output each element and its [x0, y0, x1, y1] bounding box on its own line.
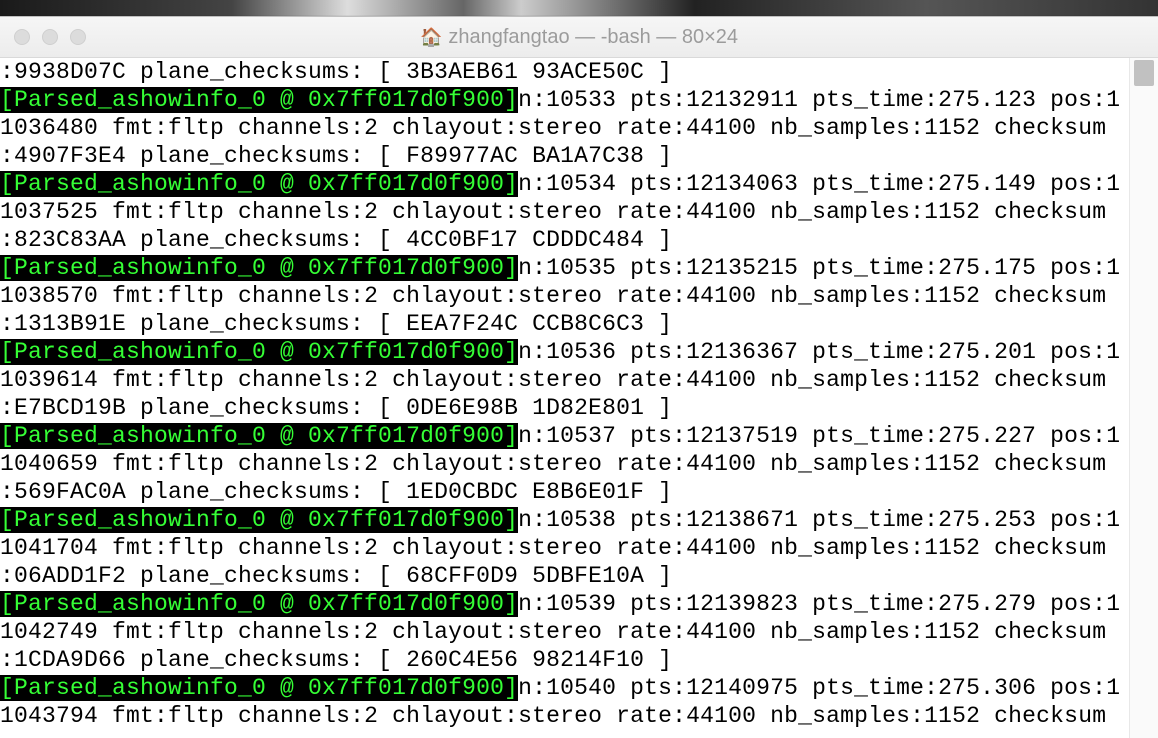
- window-title-text: zhangfangtao — -bash — 80×24: [448, 26, 738, 49]
- parsed-prefix: [Parsed_ashowinfo_0 @ 0x7ff017d0f900]: [0, 507, 518, 533]
- output-line: :06ADD1F2 plane_checksums: [ 68CFF0D9 5D…: [0, 563, 672, 589]
- output-line: fmt:fltp channels:2 chlayout:stereo rate…: [98, 367, 1106, 393]
- output-line: :E7BCD19B plane_checksums: [ 0DE6E98B 1D…: [0, 395, 672, 421]
- output-line: fmt:fltp channels:2 chlayout:stereo rate…: [98, 199, 1106, 225]
- scrollbar-thumb[interactable]: [1134, 60, 1154, 86]
- parsed-prefix: [Parsed_ashowinfo_0 @ 0x7ff017d0f900]: [0, 423, 518, 449]
- traffic-lights: [14, 29, 86, 45]
- output-line: fmt:fltp channels:2 chlayout:stereo rate…: [98, 535, 1106, 561]
- titlebar[interactable]: 🏠 zhangfangtao — -bash — 80×24: [0, 17, 1158, 58]
- output-line: :9938D07C plane_checksums: [ 3B3AEB61 93…: [0, 59, 672, 85]
- desktop-backdrop: [0, 0, 1158, 16]
- parsed-prefix: [Parsed_ashowinfo_0 @ 0x7ff017d0f900]: [0, 171, 518, 197]
- output-line: fmt:fltp channels:2 chlayout:stereo rate…: [98, 115, 1106, 141]
- output-line: fmt:fltp channels:2 chlayout:stereo rate…: [98, 283, 1106, 309]
- home-icon: 🏠: [420, 28, 442, 46]
- output-line: fmt:fltp channels:2 chlayout:stereo rate…: [98, 619, 1106, 645]
- terminal-window: 🏠 zhangfangtao — -bash — 80×24 :9938D07C…: [0, 16, 1158, 738]
- output-line: :1313B91E plane_checksums: [ EEA7F24C CC…: [0, 311, 672, 337]
- parsed-prefix: [Parsed_ashowinfo_0 @ 0x7ff017d0f900]: [0, 591, 518, 617]
- parsed-prefix: [Parsed_ashowinfo_0 @ 0x7ff017d0f900]: [0, 87, 518, 113]
- output-line: :4907F3E4 plane_checksums: [ F89977AC BA…: [0, 143, 672, 169]
- parsed-prefix: [Parsed_ashowinfo_0 @ 0x7ff017d0f900]: [0, 339, 518, 365]
- output-line: fmt:fltp channels:2 chlayout:stereo rate…: [98, 703, 1106, 729]
- output-line: :569FAC0A plane_checksums: [ 1ED0CBDC E8…: [0, 479, 672, 505]
- parsed-prefix: [Parsed_ashowinfo_0 @ 0x7ff017d0f900]: [0, 255, 518, 281]
- zoom-icon[interactable]: [70, 29, 86, 45]
- window-title: 🏠 zhangfangtao — -bash — 80×24: [0, 26, 1158, 49]
- terminal-output[interactable]: :9938D07C plane_checksums: [ 3B3AEB61 93…: [0, 58, 1130, 738]
- output-line: fmt:fltp channels:2 chlayout:stereo rate…: [98, 451, 1106, 477]
- parsed-prefix: [Parsed_ashowinfo_0 @ 0x7ff017d0f900]: [0, 675, 518, 701]
- close-icon[interactable]: [14, 29, 30, 45]
- output-line: :1CDA9D66 plane_checksums: [ 260C4E56 98…: [0, 647, 672, 673]
- minimize-icon[interactable]: [42, 29, 58, 45]
- output-line: :823C83AA plane_checksums: [ 4CC0BF17 CD…: [0, 227, 672, 253]
- scrollbar[interactable]: [1129, 58, 1158, 738]
